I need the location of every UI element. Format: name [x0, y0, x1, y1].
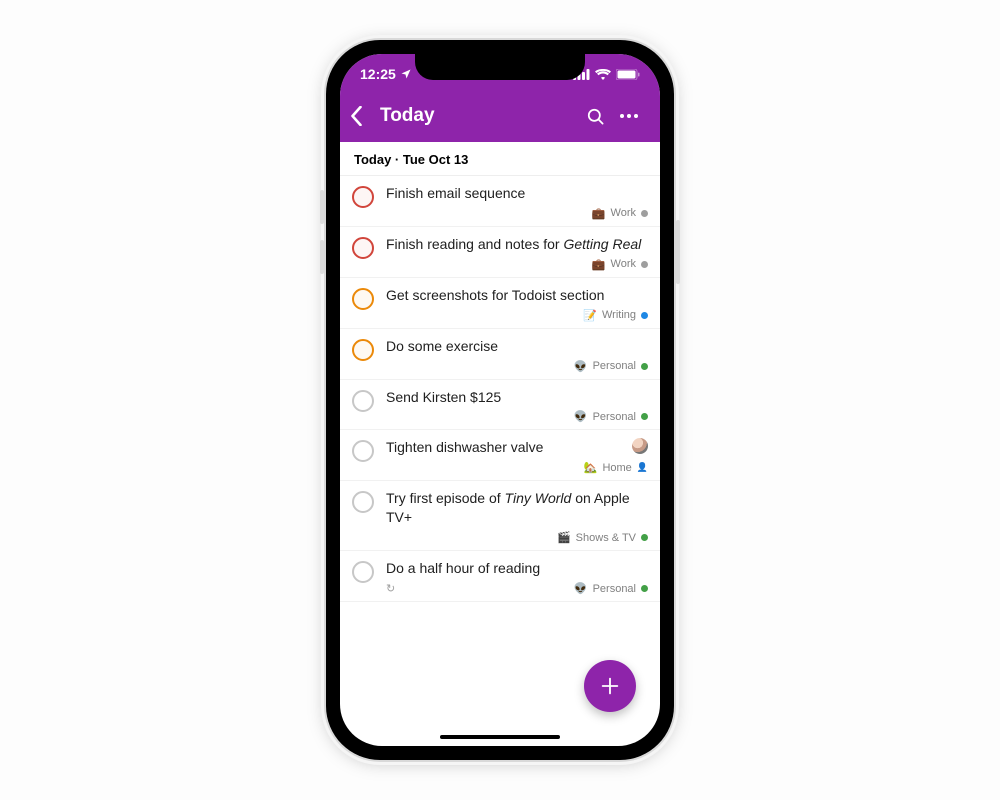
task-title: Finish reading and notes for Getting Rea…	[386, 235, 648, 254]
project-chip[interactable]: 🏡 Home 👤	[584, 461, 648, 474]
phone-frame: 12:25 Today Today · Tue Oct 13	[326, 40, 674, 760]
project-emoji-icon: 👽	[574, 582, 588, 595]
task-row[interactable]: Finish email sequence 💼 Work	[340, 176, 660, 227]
project-chip[interactable]: 💼 Work	[592, 258, 648, 271]
task-row[interactable]: Do a half hour of reading ↻ 👽 Personal	[340, 551, 660, 602]
project-name: Writing	[602, 309, 636, 321]
project-name: Personal	[593, 583, 636, 595]
battery-icon	[616, 69, 640, 80]
project-color-dot-icon	[641, 363, 648, 370]
task-row[interactable]: Finish reading and notes for Getting Rea…	[340, 227, 660, 278]
project-color-dot-icon	[641, 585, 648, 592]
project-chip[interactable]: 💼 Work	[592, 207, 648, 220]
more-horizontal-icon	[620, 114, 638, 118]
task-title: Tighten dishwasher valve	[386, 438, 648, 457]
task-checkbox[interactable]	[352, 186, 374, 208]
project-emoji-icon: 👽	[574, 410, 588, 423]
task-checkbox[interactable]	[352, 491, 374, 513]
project-name: Shows & TV	[576, 532, 636, 544]
project-emoji-icon: 💼	[592, 258, 606, 271]
page-title: Today	[380, 105, 578, 127]
project-chip[interactable]: 👽 Personal	[574, 582, 648, 595]
task-row[interactable]: Tighten dishwasher valve 🏡 Home 👤	[340, 430, 660, 481]
chevron-left-icon	[350, 106, 363, 126]
task-row[interactable]: Get screenshots for Todoist section 📝 Writ…	[340, 278, 660, 329]
project-chip[interactable]: 👽 Personal	[574, 360, 648, 373]
project-emoji-icon: 🏡	[584, 461, 598, 474]
project-chip[interactable]: 👽 Personal	[574, 410, 648, 423]
task-row[interactable]: Send Kirsten $125 👽 Personal	[340, 380, 660, 431]
task-checkbox[interactable]	[352, 339, 374, 361]
task-row[interactable]: Do some exercise 👽 Personal	[340, 329, 660, 380]
add-task-button[interactable]	[584, 660, 636, 712]
plus-icon	[599, 675, 621, 697]
project-chip[interactable]: 🎬 Shows & TV	[557, 531, 648, 544]
app-header: Today	[340, 94, 660, 142]
task-checkbox[interactable]	[352, 390, 374, 412]
project-emoji-icon: 👽	[574, 360, 588, 373]
status-time: 12:25	[360, 66, 396, 82]
search-button[interactable]	[578, 99, 612, 133]
project-color-dot-icon	[641, 413, 648, 420]
project-color-dot-icon	[641, 210, 648, 217]
shared-person-icon: 👤	[637, 462, 648, 473]
search-icon	[586, 107, 605, 126]
task-title: Do a half hour of reading	[386, 559, 648, 578]
task-title: Do some exercise	[386, 337, 648, 356]
task-title: Get screenshots for Todoist section	[386, 286, 648, 305]
phone-screen: 12:25 Today Today · Tue Oct 13	[340, 54, 660, 746]
project-name: Work	[611, 258, 636, 270]
project-name: Personal	[593, 360, 636, 372]
phone-notch	[415, 54, 585, 80]
more-button[interactable]	[612, 99, 646, 133]
project-name: Work	[611, 207, 636, 219]
project-emoji-icon: 🎬	[557, 531, 571, 544]
home-indicator[interactable]	[440, 735, 560, 739]
project-chip[interactable]: 📝 Writing	[583, 309, 648, 322]
project-color-dot-icon	[641, 534, 648, 541]
project-name: Home	[602, 462, 631, 474]
wifi-icon	[595, 69, 611, 80]
project-emoji-icon: 📝	[583, 309, 597, 322]
back-button[interactable]	[350, 106, 380, 126]
project-emoji-icon: 💼	[592, 207, 606, 220]
location-arrow-icon	[400, 68, 412, 80]
project-color-dot-icon	[641, 261, 648, 268]
task-title: Try first episode of Tiny World on Apple…	[386, 489, 648, 527]
recurring-icon: ↻	[386, 582, 395, 595]
project-name: Personal	[593, 411, 636, 423]
task-row[interactable]: Try first episode of Tiny World on Apple…	[340, 481, 660, 551]
project-color-dot-icon	[641, 312, 648, 319]
task-checkbox[interactable]	[352, 288, 374, 310]
task-checkbox[interactable]	[352, 561, 374, 583]
task-checkbox[interactable]	[352, 440, 374, 462]
task-list: Finish email sequence 💼 Work Finish reading…	[340, 176, 660, 602]
section-heading: Today · Tue Oct 13	[340, 142, 660, 176]
task-title: Finish email sequence	[386, 184, 648, 203]
task-checkbox[interactable]	[352, 237, 374, 259]
task-title: Send Kirsten $125	[386, 388, 648, 407]
